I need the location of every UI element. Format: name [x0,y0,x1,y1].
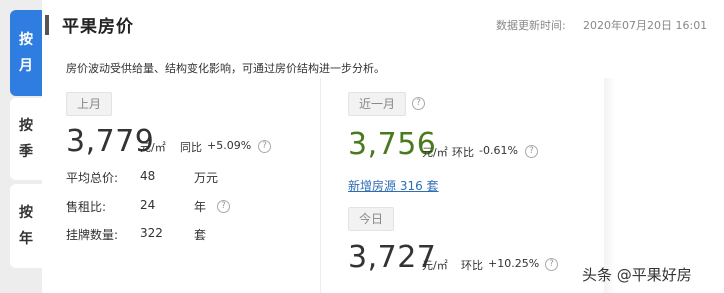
listing-count-unit: 套 [194,228,207,242]
new-listings-link[interactable]: 新增房源 316 套 [348,177,439,194]
recent-month-pill: 近一月 [348,92,407,116]
tab-by-quarter-char-2: 季 [19,144,33,160]
listing-count-label: 挂牌数量: [66,228,119,242]
last-month-yoy-value: +5.09% [207,139,252,152]
avg-total-price-unit: 万元 [194,171,219,185]
listing-count-value: 322 [140,226,163,240]
last-month-yoy-label: 同比 [180,141,202,154]
sale-rent-help-icon[interactable]: ? [217,200,230,213]
avg-total-price-label: 平均总价: [66,171,119,185]
panel-shadow [604,78,616,293]
today-help-icon[interactable]: ? [545,258,558,271]
page-title: 平果房价 [62,17,134,37]
avg-total-price-value: 48 [140,169,156,183]
tab-by-month-char-1: 按 [19,32,33,48]
recent-mom-help-icon[interactable]: ? [525,145,538,158]
price-description: 房价波动受供给量、结构变化影响，可通过房价结构进一步分析。 [66,62,385,75]
today-mom-value: +10.25% [488,257,540,270]
watermark: 头条 @平果好房 [582,266,692,284]
today-unit: 元/㎡ [422,259,448,272]
tab-by-month-char-2: 月 [19,58,33,74]
today-pill: 今日 [348,207,395,231]
sale-rent-ratio-value: 24 [140,198,156,212]
title-accent-bar [45,15,49,35]
recent-month-mom-value: -0.61% [479,144,518,157]
yoy-help-icon[interactable]: ? [258,140,271,153]
recent-month-help-icon[interactable]: ? [412,97,425,110]
tab-by-year[interactable]: 按 年 [10,184,42,268]
tab-by-year-char-2: 年 [19,231,33,247]
sale-rent-ratio-label: 售租比: [66,200,107,214]
update-time-label: 数据更新时间: [496,19,566,32]
recent-month-unit: 元/㎡ [422,146,448,159]
tab-by-month[interactable]: 按 月 [10,10,42,96]
tab-sidebar: 按 月 按 季 按 年 [0,0,42,293]
sale-rent-ratio-unit: 年 [194,200,207,214]
tab-by-quarter[interactable]: 按 季 [10,98,42,180]
tab-by-year-char-1: 按 [19,205,33,221]
update-time-value: 2020年07月20日 16:01 [583,19,708,32]
last-month-unit: 元/㎡ [140,141,166,154]
tab-by-quarter-char-1: 按 [19,118,33,134]
last-month-pill: 上月 [66,92,113,116]
recent-month-mom-label: 环比 [452,146,474,159]
today-mom-label: 环比 [461,259,483,272]
